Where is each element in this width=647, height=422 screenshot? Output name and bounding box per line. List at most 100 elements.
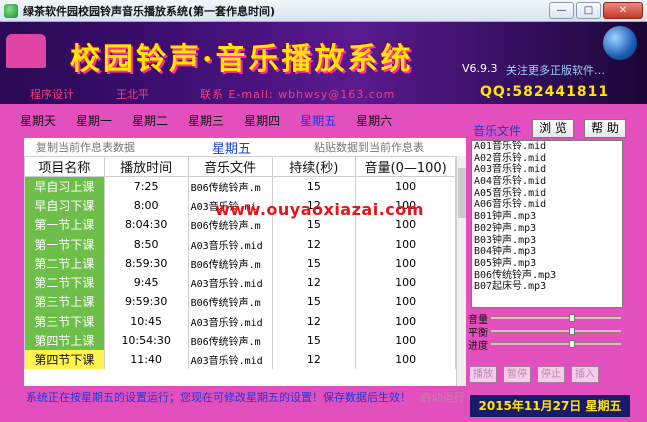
row-time-cell[interactable]: 7:25 [103,176,189,196]
progress-knob[interactable] [569,340,576,348]
row-name-cell[interactable]: 第一节下课 [24,234,105,254]
list-item[interactable]: A06音乐铃.mid [472,199,622,211]
row-duration-cell[interactable]: 12 [271,350,357,370]
tab-weekday[interactable]: 星期五 [300,110,336,130]
table-row[interactable]: 早自习上课 7:25 B06传统铃声.m 15 100 [24,176,456,196]
progress-label: 进度 [468,340,488,352]
list-item[interactable]: A01音乐铃.mid [472,141,622,153]
pause-button[interactable]: 暂停 [503,366,531,383]
row-file-cell[interactable]: A03音乐铃.mid [187,272,273,293]
volume-slider[interactable] [490,314,622,322]
window-title: 绿茶软件园校园铃声音乐播放系统(第一套作息时间) [23,4,276,18]
list-item[interactable]: B04钟声.mp3 [472,246,622,258]
row-file-cell[interactable]: B06传统铃声.m [187,330,273,351]
row-duration-cell[interactable]: 15 [271,330,357,351]
row-file-cell[interactable]: A03音乐铃.mid [187,311,273,331]
row-name-cell[interactable]: 第二节上课 [24,253,105,273]
row-file-cell[interactable]: B06传统铃声.m [187,176,273,196]
start-run-link[interactable]: 启动运行 [421,391,465,404]
list-item[interactable]: B02钟声.mp3 [472,223,622,235]
play-button[interactable]: 播放 [469,366,497,383]
row-file-cell[interactable]: B06传统铃声.m [187,292,273,312]
tab-weekday[interactable]: 星期六 [356,110,392,130]
row-time-cell[interactable]: 9:59:30 [103,292,189,312]
row-name-cell[interactable]: 第四节下课 [24,350,105,370]
follow-link[interactable]: 关注更多正版软件… [506,62,605,78]
volume-knob[interactable] [569,314,576,322]
insert-button[interactable]: 插入 [571,366,599,383]
row-name-cell[interactable]: 早自习上课 [24,176,105,196]
table-row[interactable]: 第二节上课 8:59:30 B06传统铃声.m 15 100 [24,253,456,273]
list-item[interactable]: B01钟声.mp3 [472,211,622,223]
row-time-cell[interactable]: 11:40 [103,350,189,370]
credit-row: 程序设计 王北平 联系 E-mail: wbhwsy@163.com QQ:58… [0,84,647,104]
tab-weekday[interactable]: 星期四 [244,110,280,130]
minimize-button[interactable]: — [549,2,574,19]
list-item[interactable]: B03钟声.mp3 [472,235,622,247]
list-item[interactable]: B07起床号.mp3 [472,281,622,293]
copy-schedule-link[interactable]: 复制当前作息表数据 [36,139,135,155]
row-duration-cell[interactable]: 12 [271,311,357,331]
playback-controls: 播放 暂停 停止 插入 [469,366,599,383]
table-row[interactable]: 第三节上课 9:59:30 B06传统铃声.m 15 100 [24,292,456,312]
balance-knob[interactable] [569,327,576,335]
row-file-cell[interactable]: A03音乐铃.mid [187,234,273,254]
scrollbar-thumb[interactable] [458,168,466,218]
table-row[interactable]: 第三节下课 10:45 A03音乐铃.mid 12 100 [24,311,456,331]
row-volume-cell[interactable]: 100 [355,330,456,351]
table-row[interactable]: 第四节上课 10:54:30 B06传统铃声.m 15 100 [24,330,456,351]
music-file-list[interactable]: A01音乐铃.mid A02音乐铃.mid A03音乐铃.mid A04音乐铃.mid… [471,140,623,308]
status-text: 系统正在按星期五的设置运行；您现在可修改星期五的设置！保存数据后生效！ 启动运行 [26,389,465,405]
row-volume-cell[interactable]: 100 [355,272,456,293]
browse-button[interactable]: 浏 览 [532,119,574,138]
row-volume-cell[interactable]: 100 [355,350,456,370]
row-duration-cell[interactable]: 15 [271,176,357,196]
row-volume-cell[interactable]: 100 [355,234,456,254]
table-row[interactable]: 第四节下课 11:40 A03音乐铃.mid 12 100 [24,350,456,370]
row-name-cell[interactable]: 第二节下课 [24,272,105,293]
row-time-cell[interactable]: 9:45 [103,272,189,293]
row-time-cell[interactable]: 10:45 [103,311,189,331]
row-time-cell[interactable]: 10:54:30 [103,330,189,351]
list-item[interactable]: A03音乐铃.mid [472,164,622,176]
row-volume-cell[interactable]: 100 [355,176,456,196]
row-duration-cell[interactable]: 12 [271,272,357,293]
row-name-cell[interactable]: 第四节上课 [24,330,105,351]
close-button[interactable]: ✕ [603,2,643,19]
row-time-cell[interactable]: 8:50 [103,234,189,254]
row-time-cell[interactable]: 8:59:30 [103,253,189,273]
paste-schedule-link[interactable]: 粘贴数据到当前作息表 [314,139,424,155]
list-item[interactable]: A05音乐铃.mid [472,188,622,200]
table-row[interactable]: 第二节下课 9:45 A03音乐铃.mid 12 100 [24,272,456,293]
row-time-cell[interactable]: 8:00 [103,195,189,216]
row-duration-cell[interactable]: 15 [271,253,357,273]
shirt-icon [6,34,46,68]
tab-weekday[interactable]: 星期天 [20,110,56,130]
row-name-cell[interactable]: 第三节上课 [24,292,105,312]
tab-weekday[interactable]: 星期三 [188,110,224,130]
stop-button[interactable]: 停止 [537,366,565,383]
row-file-cell[interactable]: A03音乐铃.mid [187,350,273,370]
row-duration-cell[interactable]: 15 [271,292,357,312]
row-file-cell[interactable]: B06传统铃声.m [187,253,273,273]
table-scrollbar[interactable] [456,156,466,386]
balance-slider[interactable] [490,327,622,335]
help-button[interactable]: 帮 助 [584,119,626,138]
list-item[interactable]: B06传统铃声.mp3 [472,270,622,282]
row-volume-cell[interactable]: 100 [355,292,456,312]
tab-weekday[interactable]: 星期一 [76,110,112,130]
table-row[interactable]: 第一节下课 8:50 A03音乐铃.mid 12 100 [24,234,456,254]
list-item[interactable]: B05钟声.mp3 [472,258,622,270]
row-name-cell[interactable]: 早自习下课 [24,195,105,216]
row-name-cell[interactable]: 第三节下课 [24,311,105,331]
list-item[interactable]: A02音乐铃.mid [472,153,622,165]
maximize-button[interactable]: □ [576,2,601,19]
progress-slider[interactable] [490,340,622,348]
tab-weekday[interactable]: 星期二 [132,110,168,130]
row-time-cell[interactable]: 8:04:30 [103,215,189,235]
row-volume-cell[interactable]: 100 [355,311,456,331]
row-name-cell[interactable]: 第一节上课 [24,215,105,235]
row-duration-cell[interactable]: 12 [271,234,357,254]
list-item[interactable]: A04音乐铃.mid [472,176,622,188]
row-volume-cell[interactable]: 100 [355,253,456,273]
